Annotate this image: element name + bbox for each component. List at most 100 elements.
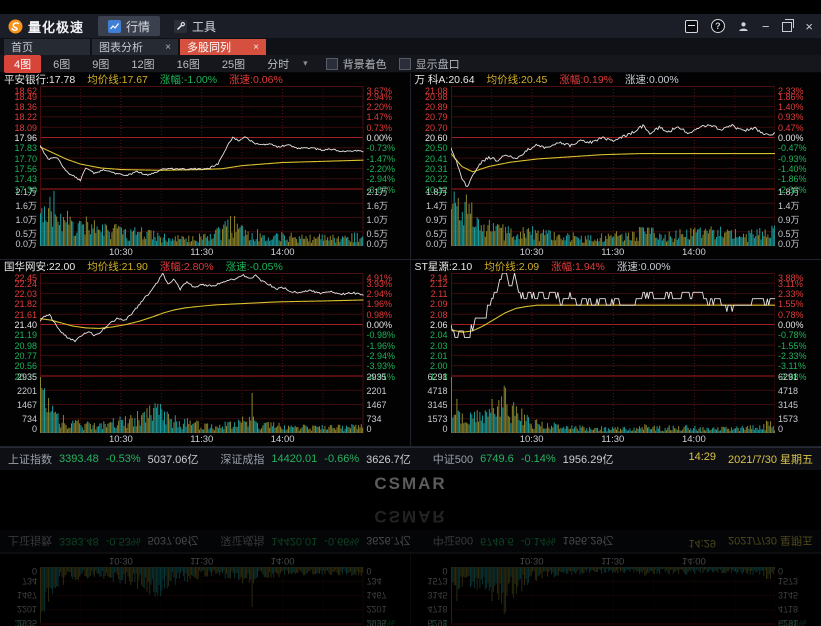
stock-chart-panel-4[interactable]: ST星源:2.10均价线:2.09涨幅:1.94%涨速:0.00%2.142.1…: [411, 260, 821, 447]
tab-chart-analysis[interactable]: 图表分析×: [92, 39, 178, 55]
axis-label: -1.40%: [778, 164, 807, 174]
axis-label: 2.1万: [15, 185, 37, 198]
time-label: 14:00: [271, 247, 295, 258]
tab-close-icon[interactable]: ×: [253, 42, 259, 53]
avg-price-label: 均价线:17.67: [87, 73, 148, 86]
time-label: 10:30: [109, 434, 133, 445]
axis-label: 0.00%: [778, 133, 804, 143]
plot-area: [40, 273, 364, 433]
grid-12-button[interactable]: 12图: [121, 55, 164, 73]
tab-close-icon[interactable]: ×: [165, 42, 171, 53]
axis-label: 20.56: [14, 361, 37, 371]
axis-label: 0.73%: [367, 123, 393, 133]
grid-25-button[interactable]: 25图: [212, 55, 255, 73]
axis-label: -0.47%: [778, 143, 807, 153]
bg-shading-checkbox-label: 背景着色: [343, 56, 387, 72]
stock-chart-panel-3[interactable]: 国华网安:22.00均价线:21.90涨幅:2.80%涨速:-0.05%22.4…: [0, 260, 411, 447]
axis-label: 1.86%: [778, 92, 804, 102]
axis-label: 0.98%: [367, 310, 393, 320]
menu-market[interactable]: 行情: [98, 16, 160, 36]
grid-9-button[interactable]: 9图: [82, 55, 119, 73]
show-orderbook-checkbox[interactable]: 显示盘口: [399, 56, 460, 72]
axis-label: 0.00%: [367, 320, 393, 330]
show-orderbook-checkbox-label: 显示盘口: [416, 56, 460, 72]
grid-4-button[interactable]: 4图: [4, 55, 41, 73]
reflection-fade: [0, 500, 821, 626]
tray-icon[interactable]: [685, 20, 698, 33]
user-icon[interactable]: [738, 21, 749, 32]
axis-label: 3.11%: [778, 279, 803, 289]
axis-label: 1.4万: [426, 199, 448, 212]
axis-label: -0.78%: [778, 330, 807, 340]
stock-chart-panel-2[interactable]: 万 科A:20.64均价线:20.45涨幅:0.19%涨速:0.00%21.08…: [411, 73, 821, 260]
axis-label: 1.55%: [778, 299, 804, 309]
right-percent-axis: 2.33%1.86%1.40%0.93%0.47%0.00%-0.47%-0.9…: [775, 86, 821, 246]
axis-label: -2.94%: [367, 351, 396, 361]
right-percent-axis: 3.67%2.94%2.20%1.47%0.73%0.00%-0.73%-1.4…: [364, 86, 410, 246]
grid-16-button[interactable]: 16图: [167, 55, 210, 73]
tab-multi-stock[interactable]: 多股同列×: [180, 39, 266, 55]
axis-label: 0.47%: [778, 123, 804, 133]
tools-icon: [174, 20, 187, 33]
time-label: 10:30: [109, 247, 133, 258]
axis-label: 21.40: [14, 320, 37, 330]
chart-header: 万 科A:20.64均价线:20.45涨幅:0.19%涨速:0.00%: [411, 73, 821, 86]
axis-label: 20.98: [425, 92, 448, 102]
time-axis: 10:3011:3014:00: [411, 246, 821, 259]
axis-label: 2.08: [430, 310, 448, 320]
menu-tools[interactable]: 工具: [164, 16, 226, 36]
chart-header: 平安银行:17.78均价线:17.67涨幅:-1.00%涨速:0.06%: [0, 73, 410, 86]
dropdown-caret-icon[interactable]: ▾: [303, 58, 308, 69]
axis-label: 18.22: [14, 112, 37, 122]
axis-label: 2.20%: [367, 102, 393, 112]
axis-label: 17.83: [14, 143, 37, 153]
axis-label: 22.24: [14, 279, 37, 289]
index-quote: 深证成指14420.01-0.66%3626.7亿: [220, 451, 410, 467]
axis-label: 20.50: [425, 143, 448, 153]
axis-label: 2935: [367, 372, 387, 382]
stock-chart-panel-1[interactable]: 平安银行:17.78均价线:17.67涨幅:-1.00%涨速:0.06%18.6…: [0, 73, 411, 260]
help-icon[interactable]: ?: [711, 19, 725, 33]
axis-label: 1573: [778, 414, 798, 424]
time-label: 11:30: [190, 247, 213, 258]
window-controls: ? − ×: [685, 14, 813, 38]
minimize-icon[interactable]: −: [762, 20, 770, 33]
grid-6-button[interactable]: 6图: [43, 55, 80, 73]
app-logo: 量化极速: [0, 17, 98, 36]
stock-name-price: 万 科A:20.64: [415, 73, 475, 86]
axis-label: 2.12: [430, 279, 448, 289]
axis-label: 21.61: [14, 310, 37, 320]
axis-label: 21.82: [14, 299, 37, 309]
axis-label: 20.41: [425, 154, 448, 164]
show-orderbook-checkbox-box[interactable]: [399, 58, 411, 70]
stock-name-price: 国华网安:22.00: [4, 260, 75, 273]
axis-label: 18.49: [14, 92, 37, 102]
left-price-axis: 18.6218.4918.3618.2218.0917.9617.8317.70…: [0, 86, 40, 246]
axis-label: 17.43: [14, 174, 37, 184]
bg-shading-checkbox[interactable]: 背景着色: [326, 56, 387, 72]
change-pct-label: 涨幅:-1.00%: [160, 73, 217, 86]
tab-home[interactable]: 首页: [4, 39, 90, 55]
axis-label: 2.09: [430, 299, 448, 309]
close-icon[interactable]: ×: [805, 20, 813, 33]
csmar-watermark: CSMAR: [0, 474, 821, 494]
app-logo-icon: [8, 19, 23, 34]
time-axis: 10:3011:3014:00: [0, 433, 410, 446]
axis-label: -0.93%: [778, 154, 807, 164]
axis-label: 4718: [778, 386, 798, 396]
time-axis-inner: 10:3011:3014:00: [451, 246, 776, 259]
restore-icon[interactable]: [782, 20, 792, 32]
title-bar: 量化极速 行情工具 ? − ×: [0, 14, 821, 38]
intraday-button[interactable]: 分时: [257, 55, 299, 73]
axis-label: 17.56: [14, 164, 37, 174]
axis-label: 2201: [367, 386, 387, 396]
chart-body: 2.142.122.112.092.082.062.042.032.012.00…: [411, 273, 821, 433]
time-label: 14:00: [682, 434, 706, 445]
market-chart-icon: [108, 20, 121, 33]
tab-bar: 首页图表分析×多股同列×: [0, 38, 821, 55]
axis-label: 20.70: [425, 123, 448, 133]
time-axis-inner: 10:30 11:30 14:00: [40, 246, 364, 259]
bg-shading-checkbox-box[interactable]: [326, 58, 338, 70]
time-axis: 10:3011:3014:00: [411, 433, 821, 446]
index-name: 深证成指: [220, 451, 264, 467]
